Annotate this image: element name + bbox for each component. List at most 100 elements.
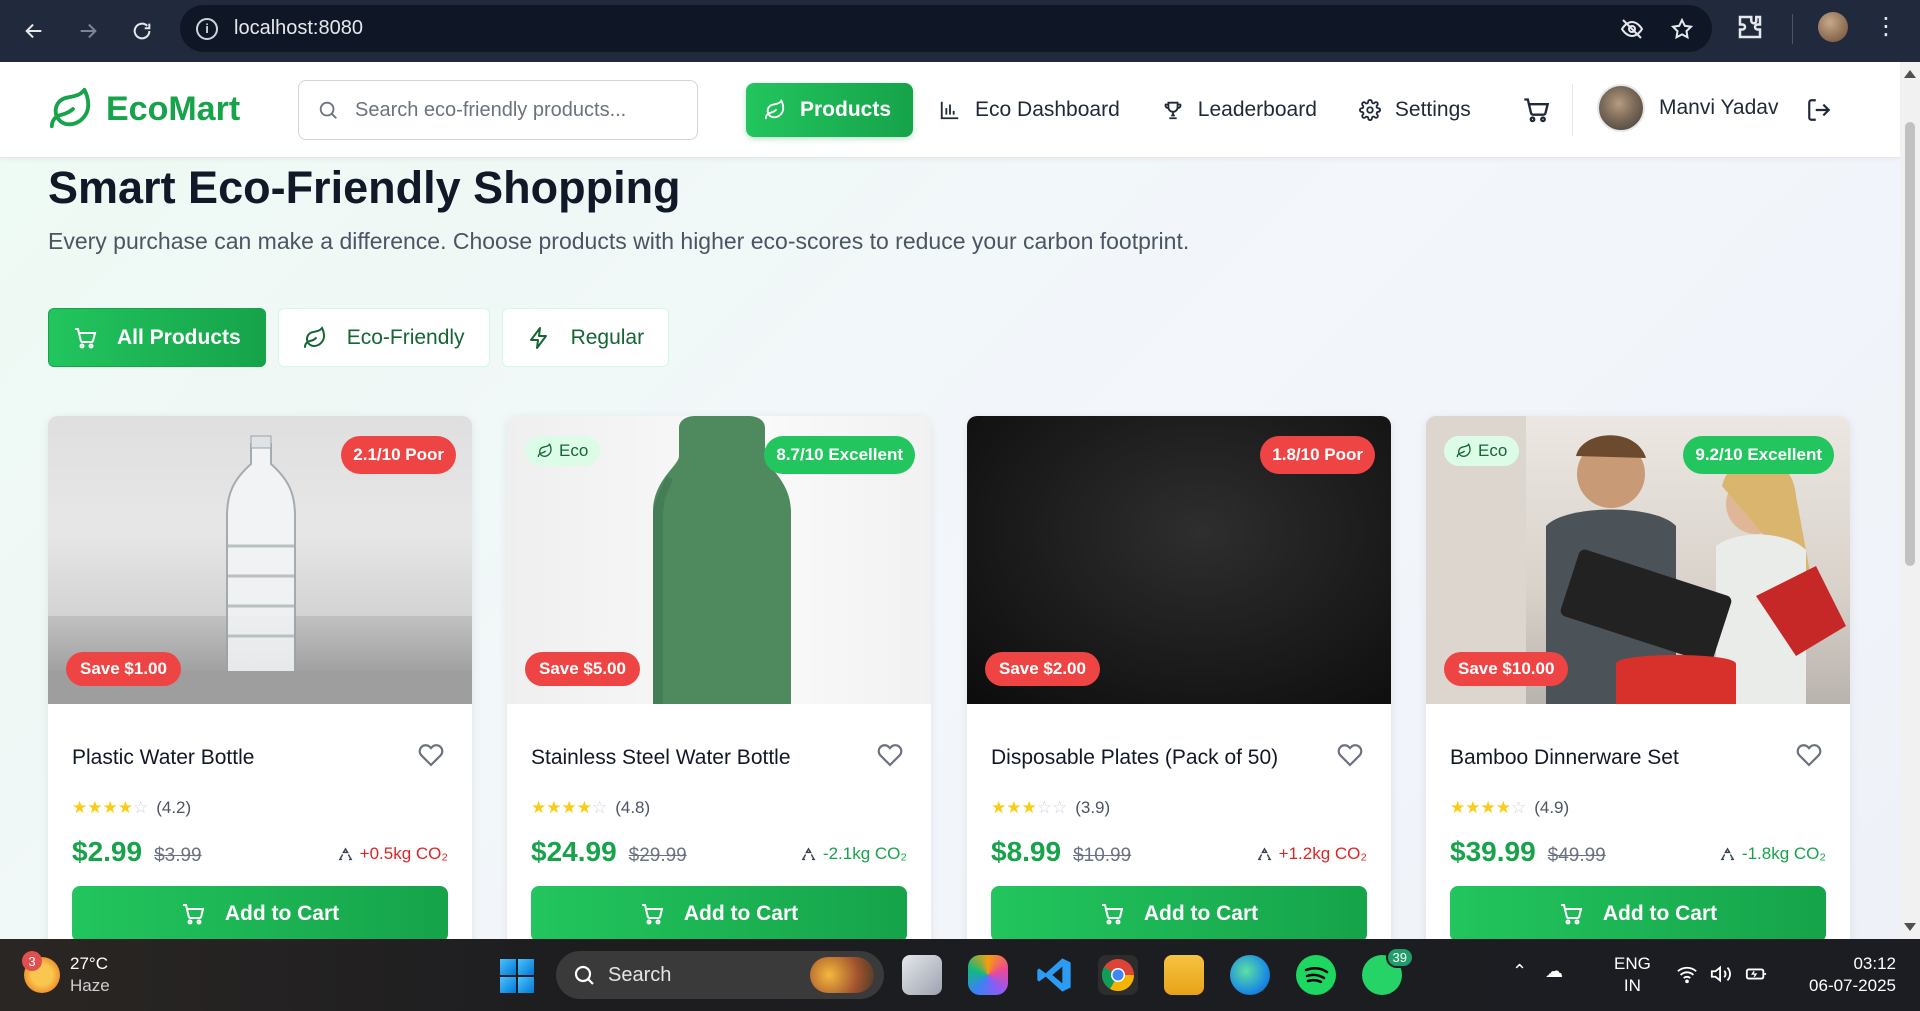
- eco-tag: Eco: [525, 436, 601, 466]
- forward-icon[interactable]: [68, 11, 108, 51]
- heart-icon[interactable]: [1796, 742, 1822, 768]
- taskbar-search[interactable]: Search: [556, 951, 884, 999]
- reload-icon[interactable]: [122, 11, 162, 51]
- heart-icon[interactable]: [418, 742, 444, 768]
- scroll-up-arrow[interactable]: [1904, 70, 1916, 78]
- cart-icon: [641, 904, 664, 925]
- user-profile[interactable]: Manvi Yadav: [1597, 84, 1778, 132]
- eco-tag-label: Eco: [1478, 441, 1508, 460]
- filter-eco-friendly[interactable]: Eco-Friendly: [277, 308, 490, 367]
- save-badge: Save $1.00: [66, 652, 181, 686]
- current-price: $24.99: [531, 836, 617, 867]
- brand-logo[interactable]: EcoMart: [48, 86, 240, 132]
- filter-label: All Products: [117, 325, 241, 349]
- product-image[interactable]: 2.1/10 Poor Save $1.00: [48, 416, 472, 704]
- nav-leaderboard[interactable]: Leaderboard: [1146, 83, 1333, 137]
- page-viewport: EcoMart Products Eco Dashboard Leaderboa…: [0, 62, 1900, 939]
- copilot-icon[interactable]: [968, 955, 1008, 995]
- toolbar-divider: [1792, 14, 1793, 44]
- recycle-icon: [1257, 846, 1272, 860]
- cart-icon[interactable]: [1522, 96, 1550, 124]
- logout-icon[interactable]: [1806, 97, 1832, 123]
- heart-icon[interactable]: [877, 742, 903, 768]
- back-icon[interactable]: [14, 11, 54, 51]
- filter-label: Eco-Friendly: [346, 325, 465, 349]
- product-name[interactable]: Plastic Water Bottle: [72, 746, 254, 770]
- search-input[interactable]: [355, 98, 675, 122]
- eco-tag-label: Eco: [559, 441, 589, 460]
- chrome-icon[interactable]: [1098, 955, 1138, 995]
- product-image[interactable]: Eco 8.7/10 Excellent Save $5.00: [507, 416, 931, 704]
- search-highlight-art: [810, 957, 874, 993]
- header-divider: [1572, 84, 1573, 136]
- cart-icon: [182, 904, 205, 925]
- chevron-up-icon[interactable]: ⌃: [1512, 961, 1527, 982]
- current-price: $8.99: [991, 836, 1062, 867]
- star-rating: ★★★★☆: [531, 798, 608, 817]
- file-explorer-icon[interactable]: [1164, 955, 1204, 995]
- save-badge: Save $10.00: [1444, 652, 1569, 686]
- product-search[interactable]: [298, 80, 698, 140]
- extensions-icon[interactable]: [1735, 12, 1765, 42]
- whatsapp-icon[interactable]: 39: [1362, 947, 1414, 995]
- more-menu-icon[interactable]: ⋮: [1874, 12, 1898, 42]
- eye-off-icon[interactable]: [1620, 17, 1644, 41]
- leaf-icon: [537, 443, 552, 458]
- brand-name: EcoMart: [106, 89, 241, 128]
- add-to-cart-button[interactable]: Add to Cart: [531, 886, 907, 939]
- user-name: Manvi Yadav: [1659, 96, 1779, 119]
- product-name[interactable]: Stainless Steel Water Bottle: [531, 746, 791, 770]
- filter-regular[interactable]: Regular: [501, 308, 670, 367]
- windows-start-icon[interactable]: [500, 959, 534, 993]
- add-to-cart-button[interactable]: Add to Cart: [991, 886, 1367, 939]
- price-block: $8.99 $10.99: [991, 836, 1131, 868]
- site-info-icon[interactable]: i: [196, 17, 218, 40]
- product-image[interactable]: Eco 9.2/10 Excellent Save $10.00: [1426, 416, 1850, 704]
- rating-value: (4.9): [1534, 798, 1570, 817]
- eco-score-badge: 9.2/10 Excellent: [1683, 436, 1834, 474]
- button-label: Add to Cart: [1143, 902, 1259, 925]
- nav-products[interactable]: Products: [746, 83, 914, 137]
- spotify-icon[interactable]: [1296, 955, 1336, 995]
- add-to-cart-button[interactable]: Add to Cart: [72, 886, 448, 939]
- weather-widget[interactable]: 3 27°C Haze: [22, 951, 110, 997]
- product-image[interactable]: 1.8/10 Poor Save $2.00: [967, 416, 1391, 704]
- edge-icon[interactable]: [1230, 955, 1270, 995]
- button-label: Add to Cart: [683, 902, 799, 925]
- clock-time: 03:12: [1853, 954, 1896, 973]
- leaf-logo-icon: [49, 87, 91, 129]
- eco-score-badge: 2.1/10 Poor: [341, 436, 456, 474]
- os-taskbar: 3 27°C Haze Search 39 ⌃ ☁ ENG IN 03:12 0…: [0, 939, 1920, 1011]
- system-clock[interactable]: 03:12 06-07-2025: [1796, 953, 1896, 997]
- star-rating: ★★★★☆: [72, 798, 149, 817]
- avatar[interactable]: [1597, 84, 1645, 132]
- co2-value: +0.5kg CO₂: [359, 844, 448, 863]
- cart-icon: [1101, 904, 1124, 925]
- bolt-icon: [529, 326, 547, 349]
- language-indicator[interactable]: ENG IN: [1614, 953, 1651, 997]
- onedrive-icon[interactable]: ☁: [1545, 961, 1563, 982]
- product-name[interactable]: Bamboo Dinnerware Set: [1450, 746, 1679, 770]
- product-rating: ★★★★☆ (4.8): [531, 798, 650, 818]
- scroll-down-arrow[interactable]: [1904, 923, 1916, 931]
- address-bar[interactable]: i localhost:8080: [180, 5, 1712, 52]
- nav-settings[interactable]: Settings: [1343, 83, 1487, 137]
- cart-icon: [75, 327, 97, 348]
- nav-eco-dashboard[interactable]: Eco Dashboard: [923, 83, 1136, 137]
- page-scrollbar[interactable]: [1900, 62, 1920, 939]
- vscode-icon[interactable]: [1034, 955, 1074, 995]
- quick-settings[interactable]: [1676, 963, 1768, 985]
- heart-icon[interactable]: [1337, 742, 1363, 768]
- weather-sun-icon: 3: [22, 951, 60, 993]
- product-name[interactable]: Disposable Plates (Pack of 50): [991, 746, 1278, 770]
- bar-chart-icon: [940, 101, 959, 120]
- browser-profile-avatar[interactable]: [1818, 12, 1848, 42]
- task-view-icon[interactable]: [902, 955, 942, 995]
- button-label: Add to Cart: [1602, 902, 1718, 925]
- co2-value: -1.8kg CO₂: [1741, 844, 1826, 863]
- search-icon: [319, 101, 337, 119]
- add-to-cart-button[interactable]: Add to Cart: [1450, 886, 1826, 939]
- scroll-thumb[interactable]: [1905, 122, 1915, 566]
- filter-all-products[interactable]: All Products: [48, 308, 266, 367]
- star-icon[interactable]: [1670, 17, 1694, 41]
